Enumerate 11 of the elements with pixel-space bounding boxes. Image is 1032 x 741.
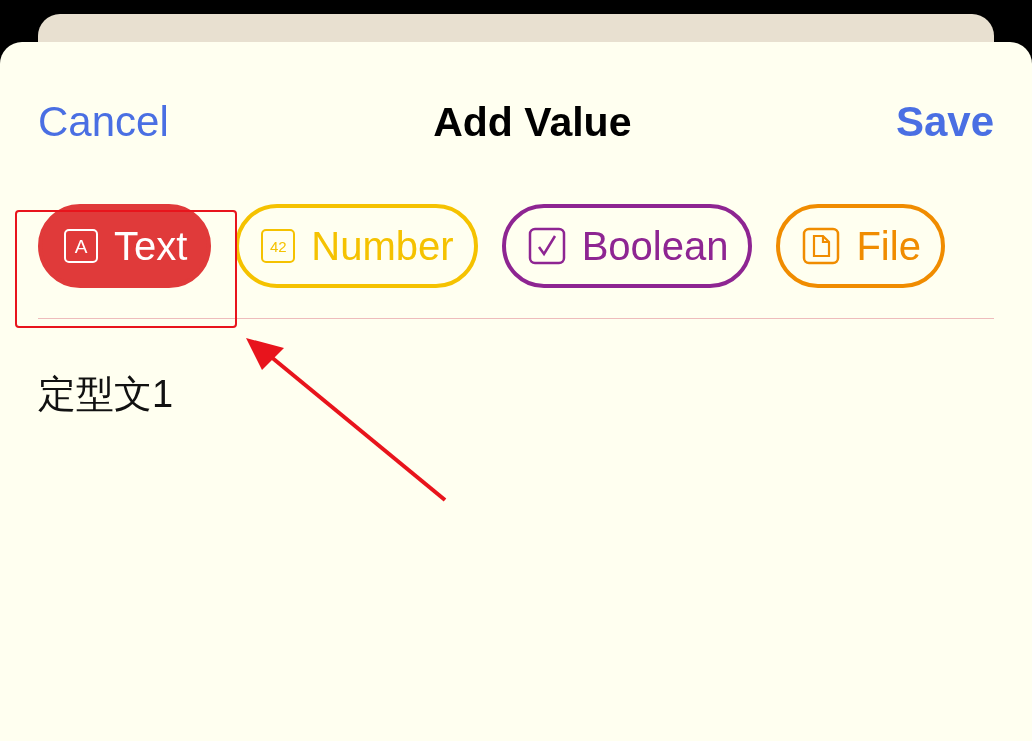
checkbox-icon xyxy=(527,227,566,265)
type-chip[interactable]: File xyxy=(776,204,945,288)
value-text: 定型文1 xyxy=(38,372,175,417)
letter-icon: A xyxy=(64,229,98,263)
letter-icon: 42 xyxy=(261,229,296,263)
type-chip[interactable]: Boolean xyxy=(501,204,753,288)
sheet-title: Add Value xyxy=(433,98,632,146)
type-chip[interactable]: A Text xyxy=(38,204,212,288)
cancel-button[interactable]: Cancel xyxy=(38,98,169,146)
save-button[interactable]: Save xyxy=(895,98,994,146)
document-icon xyxy=(802,227,841,265)
